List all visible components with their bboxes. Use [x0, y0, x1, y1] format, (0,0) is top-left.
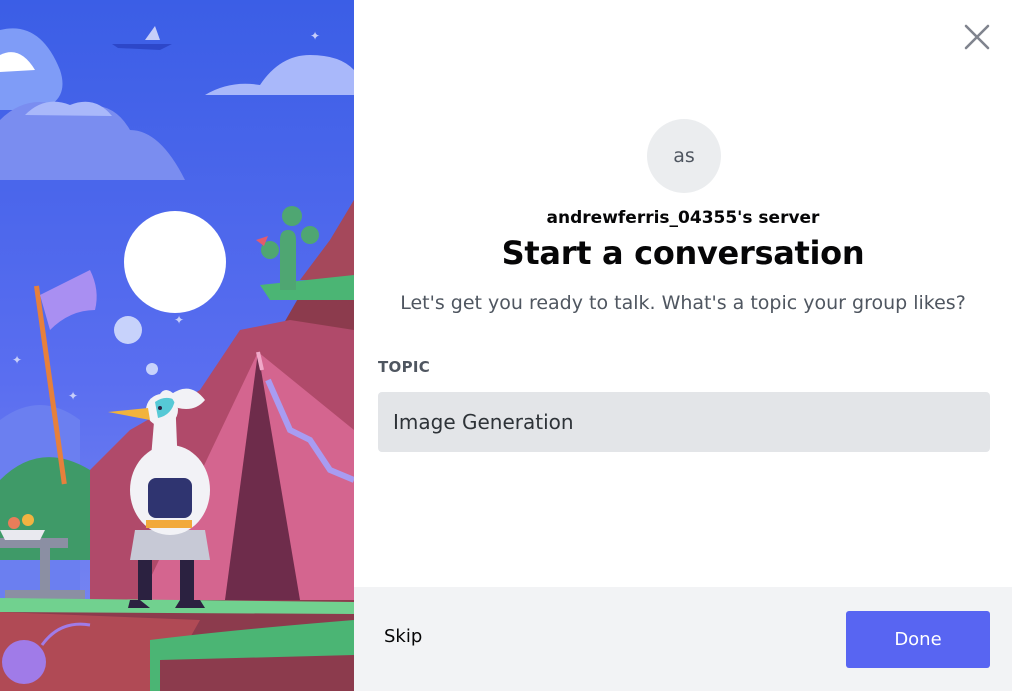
start-conversation-modal: ✦ ✦ ✦ ✦ as andrewferris_04355's server S… [0, 0, 1012, 691]
svg-text:✦: ✦ [12, 353, 22, 367]
form-panel: as andrewferris_04355's server Start a c… [354, 0, 1012, 691]
skip-button[interactable]: Skip [384, 626, 422, 647]
svg-text:✦: ✦ [174, 313, 184, 327]
server-avatar: as [647, 119, 721, 193]
modal-footer: Skip Done [354, 587, 1012, 691]
done-button[interactable]: Done [846, 611, 990, 668]
topic-label: TOPIC [378, 358, 431, 376]
modal-subtitle: Let's get you ready to talk. What's a to… [400, 292, 966, 314]
svg-text:✦: ✦ [310, 29, 320, 43]
illustration-panel: ✦ ✦ ✦ ✦ [0, 0, 354, 691]
avatar-initials: as [673, 145, 695, 167]
svg-text:✦: ✦ [68, 389, 78, 403]
goose-camp-illustration: ✦ ✦ ✦ ✦ [0, 0, 354, 691]
topic-input[interactable] [378, 392, 990, 452]
modal-title: Start a conversation [501, 234, 865, 272]
server-name: andrewferris_04355's server [546, 208, 820, 228]
close-icon[interactable] [962, 22, 992, 52]
